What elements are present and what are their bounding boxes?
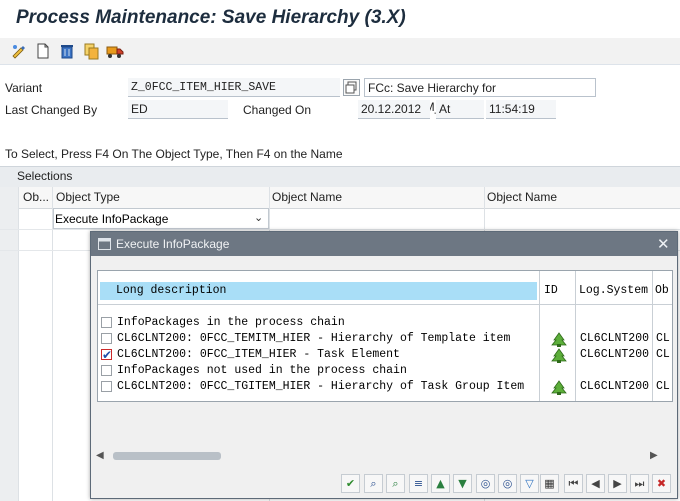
infopackage-row[interactable]: InfoPackages not used in the process cha… [98, 363, 672, 379]
copy-variant-button[interactable] [343, 79, 360, 96]
row-checkbox[interactable] [101, 333, 112, 344]
variant-field[interactable]: Z_0FCC_ITEM_HIER_SAVE [128, 78, 340, 97]
last-page-button[interactable]: ⏭ [630, 474, 649, 493]
hierarchy-icon [541, 347, 577, 363]
column-ob[interactable]: Ob... [23, 190, 49, 204]
filter-button[interactable]: ▽ [520, 474, 539, 493]
details-button[interactable]: ≡ [409, 474, 428, 493]
table-icon: ▦ [544, 477, 555, 490]
row-ob: CL [656, 380, 670, 393]
variant-label: Variant [5, 81, 43, 95]
row-log-system: CL6CLNT200 [580, 332, 650, 345]
selections-title: Selections [17, 169, 73, 183]
column-object-name[interactable]: Object Name [272, 190, 342, 204]
row-description: InfoPackages not used in the process cha… [117, 364, 407, 377]
previous-page-icon: ◀ [591, 477, 600, 490]
horizontal-scroll-thumb[interactable] [113, 452, 221, 460]
copy-icon[interactable] [82, 42, 100, 60]
hierarchy-icon [541, 379, 577, 395]
binoculars-button[interactable]: ◎ [476, 474, 495, 493]
object-type-select[interactable]: Execute InfoPackage ⌄ [53, 208, 269, 229]
last-changed-by-value: ED [128, 100, 228, 119]
at-value: 11:54:19 [486, 100, 556, 119]
ob-column-header[interactable]: Ob [655, 282, 669, 300]
last-changed-by-label: Last Changed By [5, 103, 98, 117]
dialog-title: Execute InfoPackage [116, 237, 230, 251]
selections-header: Selections [0, 166, 680, 187]
row-checkbox[interactable] [101, 347, 112, 363]
column-object-name-2[interactable]: Object Name [487, 190, 557, 204]
filter-icon: ▽ [525, 477, 534, 490]
dialog-window-icon [98, 238, 111, 250]
infopackage-table: Long description ID Log.System Ob InfoPa… [97, 270, 673, 402]
row-description: InfoPackages in the process chain [117, 316, 345, 329]
find-button[interactable]: ⌕ [364, 474, 383, 493]
cancel-button[interactable]: ✖ [652, 474, 671, 493]
selections-column-header: Ob... Object Type Object Name Object Nam… [0, 187, 680, 209]
row-checkbox[interactable] [101, 381, 112, 392]
row-ob: CL [656, 348, 670, 361]
next-page-icon: ▶ [613, 477, 622, 490]
binoculars-icon: ◎ [480, 477, 491, 490]
scroll-left-icon[interactable]: ◀ [96, 450, 104, 461]
close-icon[interactable]: ✕ [657, 235, 670, 253]
last-page-icon: ⏭ [634, 477, 645, 490]
instruction-text: To Select, Press F4 On The Object Type, … [5, 147, 343, 161]
sort-ascending-icon: ▲ [436, 477, 445, 490]
delete-icon[interactable] [58, 42, 76, 60]
long-description-header[interactable]: Long description [100, 282, 537, 300]
row-description: CL6CLNT200: 0FCC_TEMITM_HIER - Hierarchy… [117, 332, 511, 345]
row-ob: CL [656, 332, 670, 345]
infopackage-row[interactable]: InfoPackages in the process chain [98, 315, 672, 331]
infopackage-row[interactable]: CL6CLNT200: 0FCC_ITEM_HIER - Task Elemen… [98, 347, 672, 363]
details-icon: ≡ [413, 477, 424, 490]
row-description: CL6CLNT200: 0FCC_TGITEM_HIER - Hierarchy… [117, 380, 525, 393]
first-page-icon: ⏮ [568, 477, 579, 490]
row-checkbox[interactable] [101, 317, 112, 328]
object-type-value: Execute InfoPackage [55, 212, 169, 226]
copy-variant-icon [345, 81, 357, 94]
page-title: Process Maintenance: Save Hierarchy (3.X… [16, 7, 406, 28]
new-document-icon[interactable] [34, 42, 52, 60]
table-button[interactable]: ▦ [540, 474, 559, 493]
sort-descending-icon: ▼ [458, 477, 467, 490]
dialog-title-bar: Execute InfoPackage ✕ [91, 232, 677, 256]
execute-infopackage-dialog: Execute InfoPackage ✕ Long description I… [90, 231, 678, 499]
id-column-header[interactable]: ID [544, 282, 558, 300]
hierarchy-icon [541, 331, 577, 347]
confirm-icon: ✔ [345, 477, 356, 490]
log-system-column-header[interactable]: Log.System [579, 282, 648, 300]
binoculars-next-icon: ◎ [502, 477, 513, 490]
sort-ascending-button[interactable]: ▲ [431, 474, 450, 493]
row-selector-column [0, 187, 18, 501]
at-label: At [436, 100, 484, 119]
chevron-down-icon: ⌄ [254, 212, 264, 224]
find-next-button[interactable]: ⌕ [386, 474, 405, 493]
column-object-type[interactable]: Object Type [56, 190, 120, 204]
confirm-button[interactable]: ✔ [341, 474, 360, 493]
title-bar: Process Maintenance: Save Hierarchy (3.X… [0, 0, 680, 39]
find-icon: ⌕ [370, 477, 377, 490]
changed-on-label: Changed On [243, 103, 312, 117]
row-log-system: CL6CLNT200 [580, 380, 650, 393]
variant-description-field[interactable]: FCc: Save Hierarchy for 0FCC_ITEM_HIE… [364, 78, 596, 114]
application-toolbar [0, 38, 680, 65]
previous-page-button[interactable]: ◀ [586, 474, 605, 493]
infopackage-row[interactable]: CL6CLNT200: 0FCC_TEMITM_HIER - Hierarchy… [98, 331, 672, 347]
row-log-system: CL6CLNT200 [580, 348, 650, 361]
find-next-icon: ⌕ [392, 477, 399, 490]
row-checkbox[interactable] [101, 365, 112, 376]
sort-descending-button[interactable]: ▼ [453, 474, 472, 493]
next-page-button[interactable]: ▶ [608, 474, 627, 493]
row-description: CL6CLNT200: 0FCC_ITEM_HIER - Task Elemen… [117, 348, 400, 361]
transport-icon[interactable] [106, 42, 124, 60]
first-page-button[interactable]: ⏮ [564, 474, 583, 493]
edit-icon[interactable] [10, 42, 28, 60]
infopackage-row[interactable]: CL6CLNT200: 0FCC_TGITEM_HIER - Hierarchy… [98, 379, 672, 395]
cancel-icon: ✖ [656, 477, 667, 490]
binoculars-next-button[interactable]: ◎ [498, 474, 517, 493]
changed-on-value: 20.12.2012 [358, 100, 430, 119]
scroll-right-icon[interactable]: ▶ [650, 450, 658, 461]
